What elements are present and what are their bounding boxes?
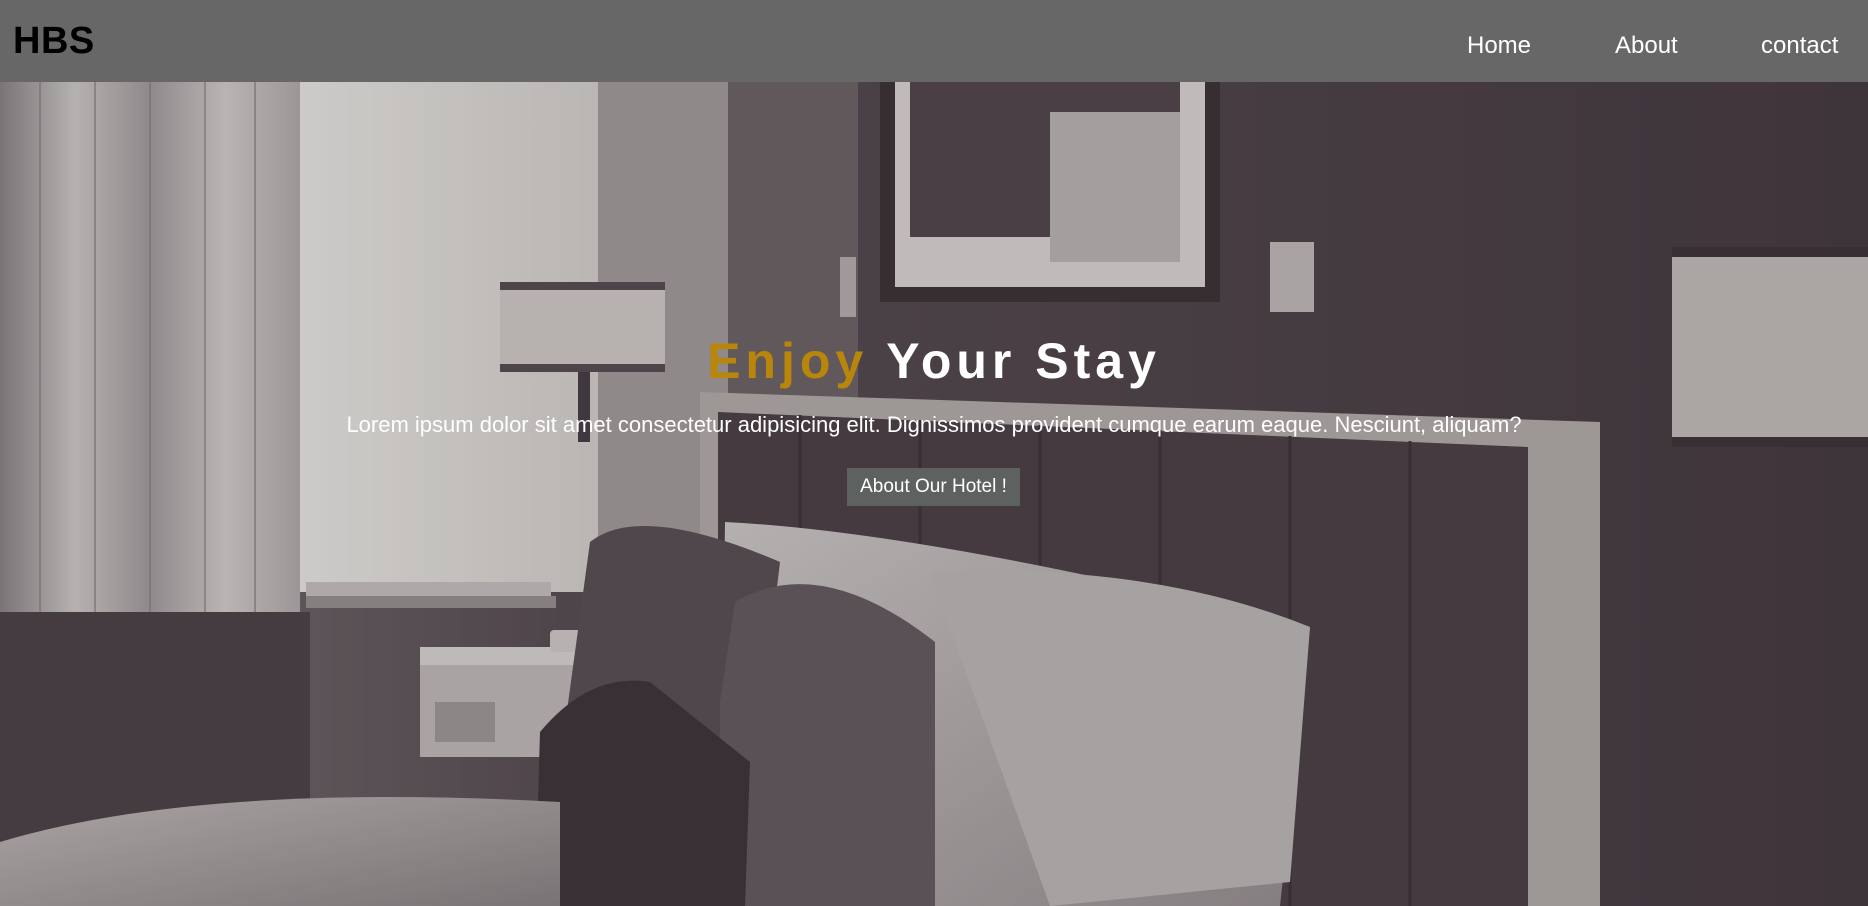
hero-title-accent: Enjoy bbox=[707, 333, 869, 389]
about-hotel-button[interactable]: About Our Hotel ! bbox=[847, 468, 1020, 506]
hero-section: Enjoy Your Stay Lorem ipsum dolor sit am… bbox=[0, 82, 1868, 906]
hero-subtitle: Lorem ipsum dolor sit amet consectetur a… bbox=[346, 412, 1522, 437]
navbar: HBS Home About contact bbox=[0, 0, 1868, 82]
hero-title-rest: Your Stay bbox=[868, 333, 1161, 389]
nav-link-about[interactable]: About bbox=[1615, 32, 1678, 60]
brand-logo[interactable]: HBS bbox=[13, 20, 95, 63]
hero-title: Enjoy Your Stay bbox=[0, 332, 1868, 390]
nav-link-contact[interactable]: contact bbox=[1761, 32, 1838, 60]
nav-link-home[interactable]: Home bbox=[1467, 32, 1531, 60]
